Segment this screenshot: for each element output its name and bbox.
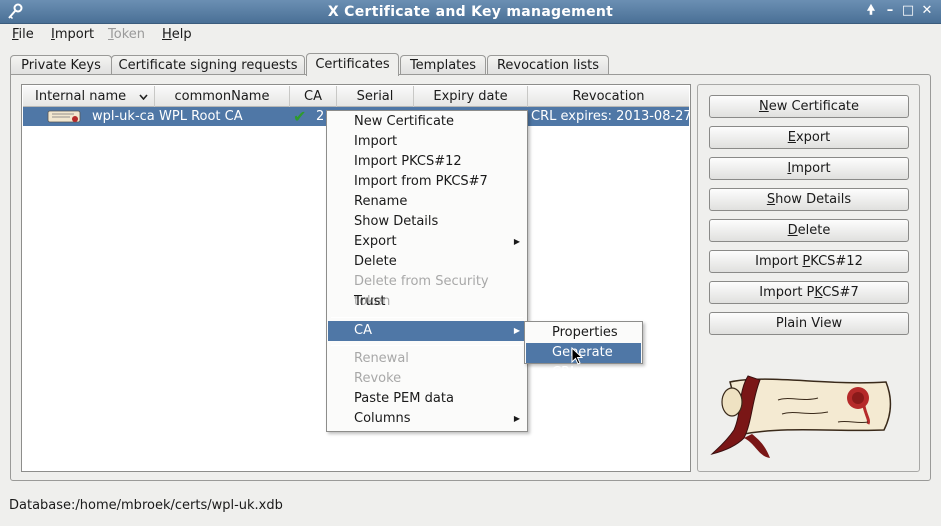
ctx-delete[interactable]: Delete [328, 252, 526, 272]
submenu-arrow-icon: ▶ [513, 237, 520, 246]
show-details-button[interactable]: Show Details [709, 188, 909, 211]
certificate-icon [47, 110, 81, 123]
import-pkcs7-button[interactable]: Import PKCS#7 [709, 281, 909, 304]
column-ca[interactable]: CA [290, 86, 337, 107]
ctx-new-certificate[interactable]: New Certificate [328, 112, 526, 132]
window-title: X Certificate and Key management [327, 4, 614, 20]
ctx-import[interactable]: Import [328, 132, 526, 152]
new-certificate-button[interactable]: New Certificate [709, 95, 909, 118]
menu-bar: File Import Token Help [0, 24, 941, 46]
column-revocation[interactable]: Revocation [528, 86, 689, 107]
plain-view-button[interactable]: Plain View [709, 312, 909, 335]
tab-certificates[interactable]: Certificates [306, 53, 399, 76]
status-bar: Database:/home/mbroek/certs/wpl-uk.xdb [9, 498, 283, 513]
menu-import[interactable]: Import [51, 26, 94, 44]
menu-file[interactable]: File [12, 26, 34, 44]
column-internal-name[interactable]: Internal name [23, 86, 155, 107]
ca-submenu: Properties Generate CRL [524, 321, 643, 380]
export-button[interactable]: Export [709, 126, 909, 149]
menu-help[interactable]: Help [162, 26, 192, 44]
pin-icon[interactable]: 🠝 [862, 2, 880, 20]
ctx-revoke[interactable]: Revoke [328, 369, 526, 389]
menu-separator [331, 345, 523, 346]
submenu-arrow-icon: ▶ [513, 326, 520, 335]
menu-separator [331, 317, 523, 318]
tab-revocation-lists[interactable]: Revocation lists [487, 55, 609, 76]
ctx-import-from-pkcs7[interactable]: Import from PKCS#7 [328, 172, 526, 192]
delete-button[interactable]: Delete [709, 219, 909, 242]
ca-check-icon: ✔ [293, 107, 307, 126]
column-expiry-date[interactable]: Expiry date [414, 86, 528, 107]
ctx-properties[interactable]: Properties [526, 323, 641, 343]
column-serial[interactable]: Serial [337, 86, 414, 107]
menu-token[interactable]: Token [108, 26, 145, 44]
ctx-show-details[interactable]: Show Details [328, 212, 526, 232]
tab-templates[interactable]: Templates [400, 55, 486, 76]
maximize-icon[interactable]: □ [899, 2, 917, 20]
ctx-columns[interactable]: Columns ▶ [328, 409, 526, 429]
import-pkcs12-button[interactable]: Import PKCS#12 [709, 250, 909, 273]
context-menu: New Certificate Import Import PKCS#12 Im… [326, 110, 528, 432]
ctx-import-pkcs12[interactable]: Import PKCS#12 [328, 152, 526, 172]
cell-internal-name: wpl-uk-ca [92, 109, 155, 124]
title-bar: X Certificate and Key management 🠝 – □ ✕ [0, 0, 941, 24]
ctx-delete-from-token[interactable]: Delete from Security token [328, 272, 526, 309]
cell-revocation: CRL expires: 2013-08-27 [531, 109, 689, 124]
ctx-paste-pem[interactable]: Paste PEM data [328, 389, 526, 409]
tab-private-keys[interactable]: Private Keys [10, 55, 112, 76]
import-button[interactable]: Import [709, 157, 909, 180]
minimize-icon[interactable]: – [881, 2, 899, 20]
column-common-name[interactable]: commonName [155, 86, 290, 107]
submenu-arrow-icon: ▶ [513, 414, 520, 423]
cell-common-name: WPL Root CA [159, 109, 243, 124]
ctx-generate-crl[interactable]: Generate CRL [526, 343, 641, 380]
mouse-cursor-icon [571, 347, 583, 365]
sort-chevron-icon [139, 94, 148, 100]
close-icon[interactable]: ✕ [918, 2, 936, 20]
list-header: Internal name commonName CA Serial Expir… [23, 86, 689, 107]
scroll-logo [710, 375, 892, 458]
tab-csr[interactable]: Certificate signing requests [111, 55, 305, 76]
ctx-ca[interactable]: CA ▶ [328, 321, 526, 341]
ctx-export[interactable]: Export ▶ [328, 232, 526, 252]
ctx-renewal[interactable]: Renewal [328, 349, 526, 369]
ctx-rename[interactable]: Rename [328, 192, 526, 212]
ctx-trust[interactable]: Trust [328, 292, 526, 312]
